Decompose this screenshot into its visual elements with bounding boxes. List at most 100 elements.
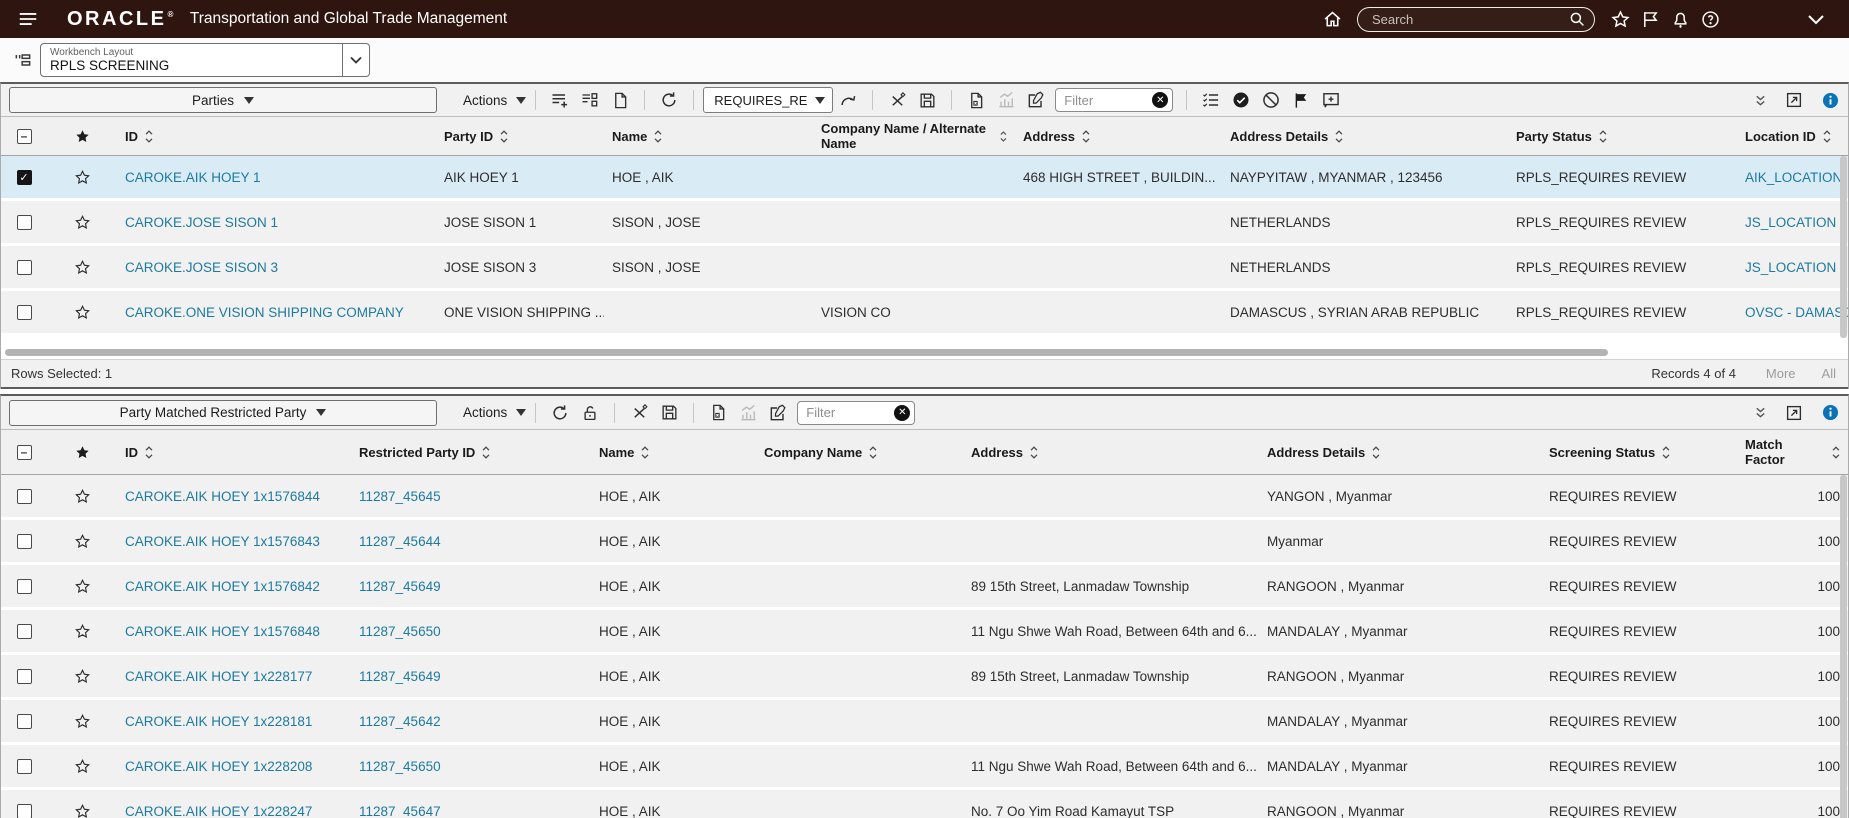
all-button[interactable]: All	[1822, 366, 1836, 381]
cell-restricted_party_id-link[interactable]: 11287_45642	[359, 714, 441, 729]
matched-panel-title-dropdown[interactable]: Party Matched Restricted Party	[9, 399, 437, 426]
table-row[interactable]: CAROKE.AIK HOEY 1x1576843 11287_45644 HOE …	[1, 520, 1848, 562]
refresh-icon[interactable]	[654, 87, 684, 113]
new-document-icon[interactable]	[605, 87, 635, 113]
cell-id-link[interactable]: CAROKE.AIK HOEY 1	[125, 170, 261, 185]
sort-icon[interactable]	[1000, 130, 1007, 143]
unmatch-icon[interactable]	[882, 87, 912, 113]
table-row[interactable]: CAROKE.JOSE SISON 1 JOSE SISON 1 SISON , J…	[1, 201, 1848, 243]
sort-icon[interactable]	[482, 445, 490, 459]
search-icon[interactable]	[1568, 10, 1586, 28]
deny-prohibit-icon[interactable]	[1256, 87, 1286, 113]
table-row[interactable]: CAROKE.JOSE SISON 3 JOSE SISON 3 SISON , J…	[1, 246, 1848, 288]
row-checkbox[interactable]	[16, 623, 32, 639]
sort-icon[interactable]	[1030, 445, 1038, 459]
parties-filter-input[interactable]	[1064, 92, 1153, 108]
favorite-star-icon[interactable]	[74, 668, 91, 685]
table-row[interactable]: ✓ CAROKE.AIK HOEY 1 AIK HOEY 1 HOE , AIK 468…	[1, 156, 1848, 198]
cell-id-link[interactable]: CAROKE.AIK HOEY 1x1576848	[125, 624, 320, 639]
cell-id-link[interactable]: CAROKE.JOSE SISON 1	[125, 215, 278, 230]
cell-id-link[interactable]: CAROKE.AIK HOEY 1x1576844	[125, 489, 320, 504]
sort-icon[interactable]	[500, 129, 508, 143]
cell-restricted_party_id-link[interactable]: 11287_45649	[359, 579, 441, 594]
cell-id-link[interactable]: CAROKE.AIK HOEY 1x228177	[125, 669, 312, 684]
open-window-icon[interactable]	[1785, 91, 1803, 109]
parties-horizontal-scrollbar[interactable]	[5, 349, 1608, 356]
cell-id-link[interactable]: CAROKE.ONE VISION SHIPPING COMPANY	[125, 305, 404, 320]
open-window-icon[interactable]	[1785, 404, 1803, 422]
sort-icon[interactable]	[145, 445, 153, 459]
sort-icon[interactable]	[145, 129, 153, 143]
notifications-bell-icon[interactable]	[1665, 4, 1695, 34]
column-header-party_status[interactable]: Party Status	[1508, 117, 1737, 155]
parties-panel-title-dropdown[interactable]: Parties	[9, 87, 437, 113]
cell-id-link[interactable]: CAROKE.AIK HOEY 1x1576842	[125, 579, 320, 594]
add-comment-icon[interactable]	[1316, 87, 1346, 113]
row-checkbox[interactable]	[16, 488, 32, 504]
global-search-input[interactable]	[1372, 11, 1568, 27]
column-header-name[interactable]: Name	[604, 117, 813, 155]
row-checkbox[interactable]	[16, 803, 32, 818]
favorite-star-icon[interactable]	[74, 304, 91, 321]
favorite-star-icon[interactable]	[74, 623, 91, 640]
favorite-star-icon[interactable]	[74, 578, 91, 595]
table-row[interactable]: CAROKE.AIK HOEY 1x228247 11287_45647 HOE ,…	[1, 790, 1848, 818]
screening-status-dropdown[interactable]: REQUIRES_RE	[703, 87, 834, 113]
sort-icon[interactable]	[1662, 445, 1670, 459]
column-header-address_details[interactable]: Address Details	[1222, 117, 1508, 155]
column-header-address[interactable]: Address	[1015, 117, 1222, 155]
menu-icon[interactable]	[15, 6, 41, 32]
cell-restricted_party_id-link[interactable]: 11287_45650	[359, 624, 441, 639]
select-all-checkbox[interactable]: –	[16, 444, 32, 460]
favorite-star-icon[interactable]	[74, 533, 91, 550]
matched-vertical-scrollbar[interactable]	[1840, 475, 1847, 818]
row-checkbox[interactable]	[16, 304, 32, 320]
favorite-star-icon[interactable]	[74, 259, 91, 276]
save-icon[interactable]	[912, 87, 942, 113]
matched-actions-button[interactable]: Actions	[463, 405, 527, 420]
edit-note-icon[interactable]	[1021, 87, 1051, 113]
flag-review-icon[interactable]	[1286, 87, 1316, 113]
column-header-restricted_party_id[interactable]: Restricted Party ID	[351, 430, 591, 474]
cell-restricted_party_id-link[interactable]: 11287_45650	[359, 759, 441, 774]
sort-icon[interactable]	[1599, 129, 1607, 143]
clear-filter-icon[interactable]: ✕	[1152, 92, 1169, 108]
row-checkbox[interactable]	[16, 533, 32, 549]
unlock-icon[interactable]	[575, 400, 605, 426]
table-row[interactable]: CAROKE.AIK HOEY 1x228181 11287_45642 HOE ,…	[1, 700, 1848, 742]
sort-icon[interactable]	[1082, 129, 1090, 143]
column-header-id[interactable]: ID	[117, 117, 436, 155]
home-icon[interactable]	[1317, 4, 1347, 34]
column-header-screening_status[interactable]: Screening Status	[1541, 430, 1737, 474]
workbench-layouts-icon[interactable]	[8, 45, 38, 75]
cell-restricted_party_id-link[interactable]: 11287_45647	[359, 804, 441, 818]
sort-icon[interactable]	[1832, 445, 1840, 459]
column-header-party_id[interactable]: Party ID	[436, 117, 604, 155]
header-collapse-chevron-icon[interactable]	[1801, 4, 1831, 34]
sort-icon[interactable]	[1823, 129, 1831, 143]
workbench-layout-field[interactable]: Workbench Layout RPLS SCREENING	[40, 43, 343, 77]
column-header-match_factor[interactable]: Match Factor	[1737, 430, 1848, 474]
apply-status-arrow-icon[interactable]	[833, 87, 863, 113]
favorite-star-icon[interactable]	[74, 169, 91, 186]
column-header-company[interactable]: Company Name / Alternate Name	[813, 117, 1015, 155]
row-checkbox[interactable]	[16, 668, 32, 684]
parties-actions-button[interactable]: Actions	[463, 93, 527, 108]
info-icon[interactable]	[1821, 403, 1840, 422]
cell-id-link[interactable]: CAROKE.AIK HOEY 1x1576843	[125, 534, 320, 549]
row-checkbox[interactable]: ✓	[16, 169, 32, 185]
more-button[interactable]: More	[1766, 366, 1796, 381]
row-checkbox[interactable]	[16, 259, 32, 275]
table-row[interactable]: CAROKE.ONE VISION SHIPPING COMPANY ONE VI…	[1, 291, 1848, 333]
column-header-address_details[interactable]: Address Details	[1259, 430, 1541, 474]
cell-restricted_party_id-link[interactable]: 11287_45649	[359, 669, 441, 684]
table-row[interactable]: CAROKE.AIK HOEY 1x1576844 11287_45645 HOE …	[1, 475, 1848, 517]
table-row[interactable]: CAROKE.AIK HOEY 1x1576842 11287_45649 HOE …	[1, 565, 1848, 607]
help-icon[interactable]	[1695, 4, 1725, 34]
select-all-checkbox[interactable]: –	[16, 128, 32, 144]
checklist-icon[interactable]	[1196, 87, 1226, 113]
favorite-star-icon[interactable]	[74, 758, 91, 775]
unmatch-icon[interactable]	[624, 400, 654, 426]
column-header-company[interactable]: Company Name	[756, 430, 963, 474]
cell-id-link[interactable]: CAROKE.AIK HOEY 1x228247	[125, 804, 312, 818]
